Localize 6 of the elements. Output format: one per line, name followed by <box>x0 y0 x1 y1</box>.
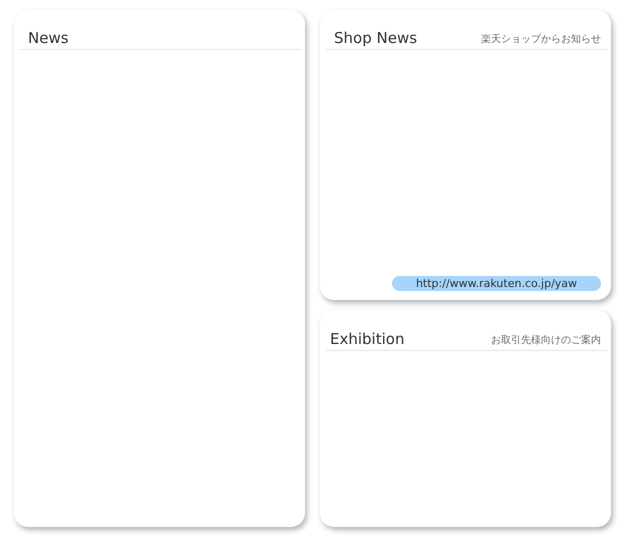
panel-title: Shop News <box>334 29 418 47</box>
panel-title: News <box>28 29 69 47</box>
panel-subtitle: お取引先様向けのご案内 <box>491 334 601 348</box>
panel-subtitle: 楽天ショップからお知らせ <box>481 33 601 47</box>
panel-title: Exhibition <box>330 330 404 348</box>
url-link[interactable]: http://www.rakuten.co.jp/yaw <box>392 276 601 291</box>
